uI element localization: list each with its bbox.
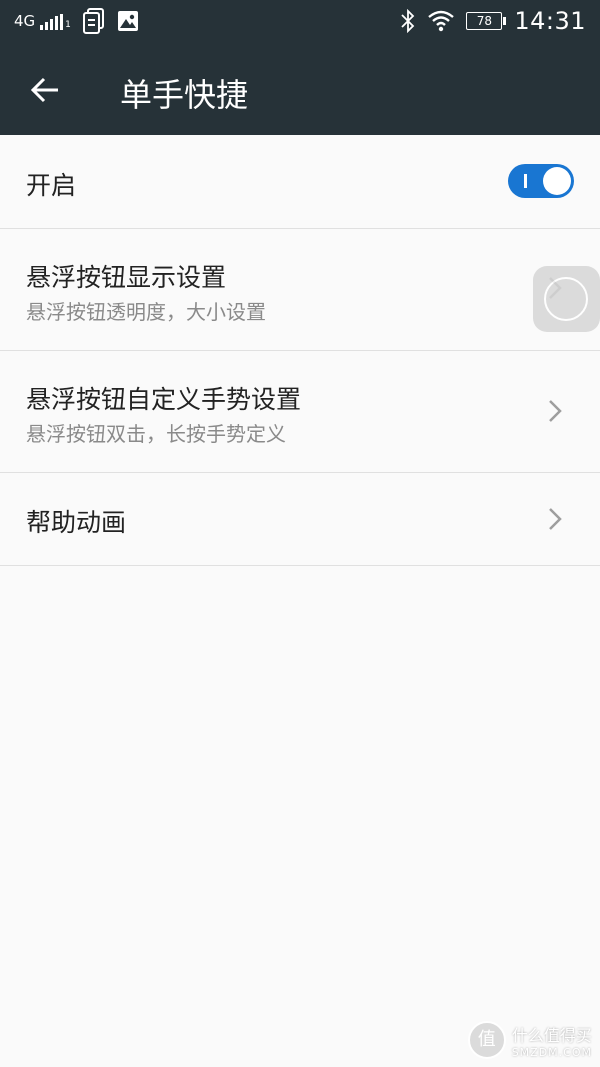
float-display-title: 悬浮按钮显示设置 (26, 263, 227, 292)
enable-toggle[interactable] (508, 164, 574, 198)
enable-row[interactable]: 开启 (0, 135, 600, 229)
bluetooth-icon (401, 9, 415, 33)
help-title: 帮助动画 (26, 508, 127, 537)
float-display-subtitle: 悬浮按钮透明度，大小设置 (26, 300, 266, 324)
chevron-right-icon (549, 508, 562, 530)
watermark-name: 什么值得买 (511, 1025, 592, 1045)
clock: 14:31 (514, 7, 586, 35)
gesture-title: 悬浮按钮自定义手势设置 (26, 385, 302, 414)
back-arrow-icon[interactable] (28, 72, 64, 108)
float-display-row[interactable]: 悬浮按钮显示设置 悬浮按钮透明度，大小设置 (0, 229, 600, 351)
watermark: 值 什么值得买 SMZDM.COM (467, 1021, 592, 1059)
enable-label: 开启 (26, 171, 77, 200)
chevron-right-icon (549, 400, 562, 422)
network-type: 4G (14, 12, 36, 30)
watermark-seal: 值 (467, 1021, 506, 1059)
status-bar: 4G 1 78 14:31 (0, 0, 600, 44)
toggle-knob (543, 167, 571, 195)
wifi-icon (428, 10, 455, 32)
image-icon (117, 11, 138, 31)
page-title: 单手快捷 (120, 76, 249, 114)
help-row[interactable]: 帮助动画 (0, 473, 600, 566)
floating-button[interactable] (533, 266, 600, 332)
watermark-domain: SMZDM.COM (511, 1045, 592, 1059)
toggle-on-mark (524, 174, 527, 188)
floating-button-ring-icon (544, 277, 588, 321)
document-icon (82, 8, 104, 34)
battery-icon: 78 (466, 12, 507, 30)
gesture-row[interactable]: 悬浮按钮自定义手势设置 悬浮按钮双击，长按手势定义 (0, 351, 600, 473)
cellular-signal-icon: 4G 1 (14, 12, 71, 30)
gesture-subtitle: 悬浮按钮双击，长按手势定义 (26, 422, 286, 446)
app-bar: 单手快捷 (0, 44, 600, 135)
signal-sub: 1 (65, 20, 71, 30)
